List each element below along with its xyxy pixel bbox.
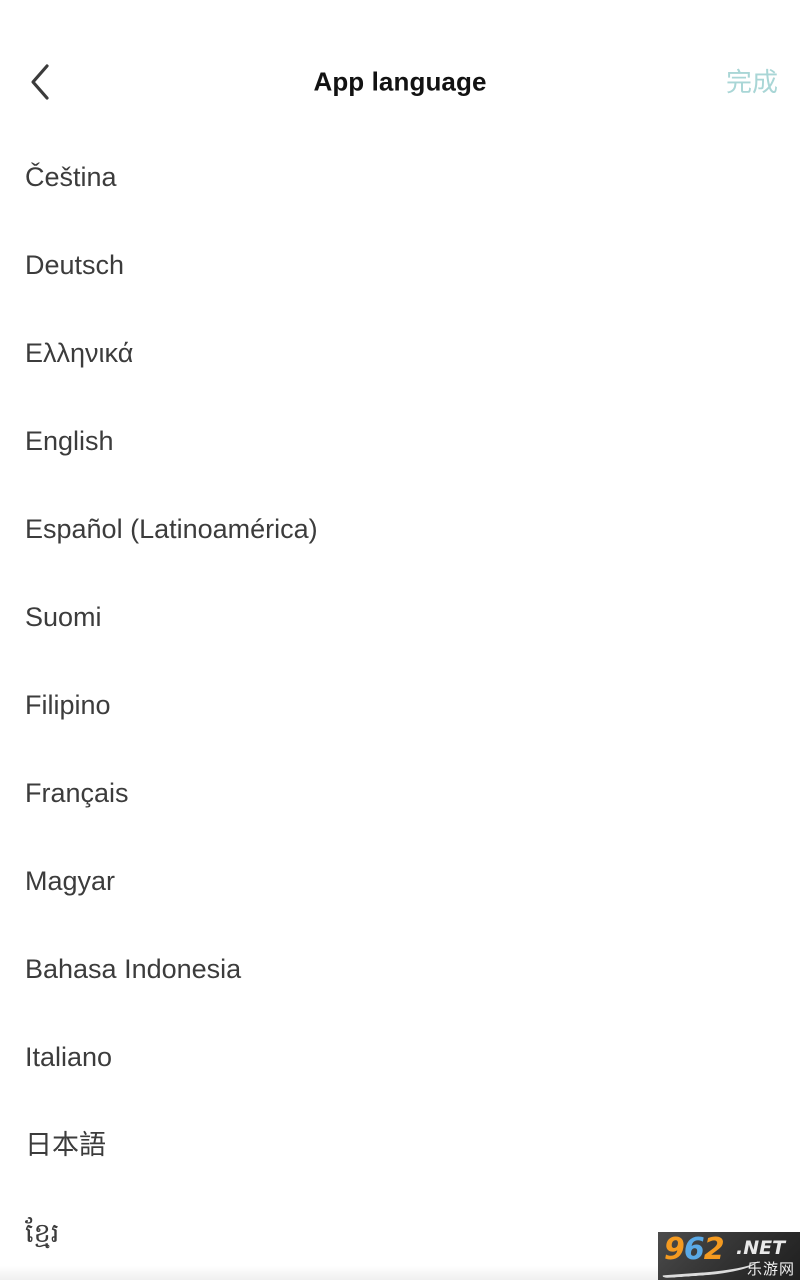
done-button[interactable]: 完成	[722, 63, 782, 101]
language-name: 日本語	[25, 1130, 106, 1161]
status-bar	[0, 0, 800, 44]
list-item[interactable]: Magyar	[0, 838, 800, 926]
list-item[interactable]: Deutsch	[0, 222, 800, 310]
language-name: Čeština	[25, 162, 117, 193]
language-name: Français	[25, 778, 129, 809]
list-item[interactable]: Čeština	[0, 134, 800, 222]
list-item[interactable]: Filipino	[0, 662, 800, 750]
app-header: App language 完成	[0, 44, 800, 120]
language-name: Magyar	[25, 866, 116, 897]
language-name: Ελληνικά	[25, 338, 134, 369]
language-name: Filipino	[25, 690, 111, 721]
list-item[interactable]: Italiano	[0, 1014, 800, 1102]
language-name: English	[25, 426, 114, 457]
list-item[interactable]: Français	[0, 750, 800, 838]
language-name: Español (Latinoamérica)	[25, 514, 318, 545]
language-name: Suomi	[25, 602, 102, 633]
list-item[interactable]: Bahasa Indonesia	[0, 926, 800, 1014]
language-name: Bahasa Indonesia	[25, 954, 242, 985]
list-item[interactable]: Ελληνικά	[0, 310, 800, 398]
language-name: Deutsch	[25, 250, 125, 281]
language-name: Italiano	[25, 1042, 113, 1073]
list-item[interactable]: ខ្មែរ	[0, 1190, 800, 1278]
list-item[interactable]: Suomi	[0, 574, 800, 662]
list-item[interactable]: 日本語	[0, 1102, 800, 1190]
back-button[interactable]	[12, 54, 68, 110]
list-item[interactable]: English	[0, 398, 800, 486]
page-title: App language	[313, 66, 487, 97]
chevron-left-icon	[28, 63, 52, 101]
language-list: Čeština Deutsch Ελληνικά English Español…	[0, 120, 800, 1278]
list-item[interactable]: Español (Latinoamérica)	[0, 486, 800, 574]
app-screen: App language 完成 Čeština Deutsch Ελληνικά…	[0, 0, 800, 1280]
language-name: ខ្មែរ	[25, 1218, 60, 1249]
